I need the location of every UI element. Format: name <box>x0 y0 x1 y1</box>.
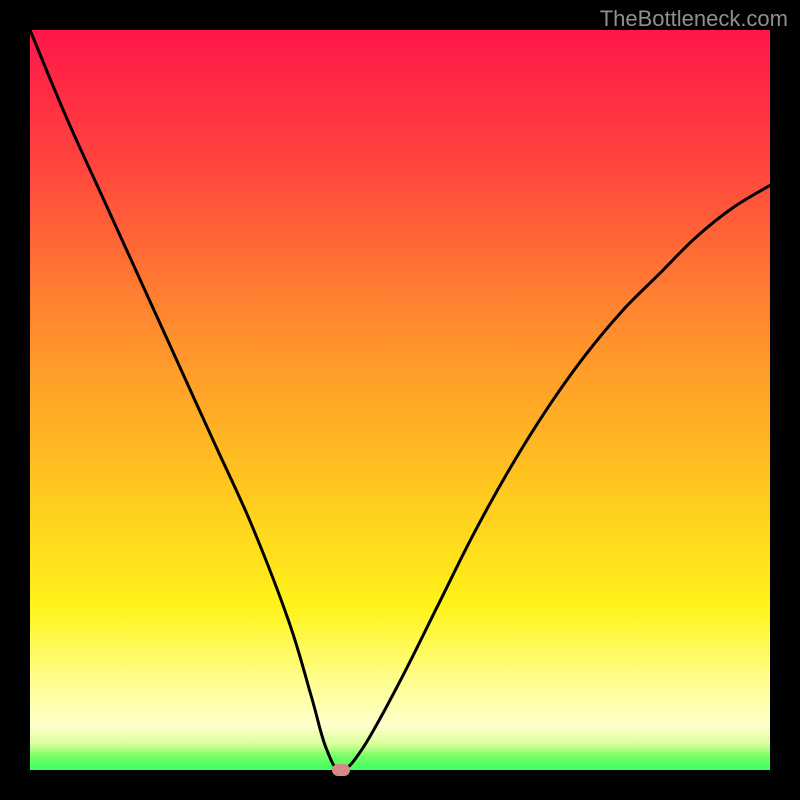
chart-plot-area <box>30 30 770 770</box>
watermark-text: TheBottleneck.com <box>600 6 788 32</box>
curve-path <box>30 30 770 770</box>
optimal-point-marker <box>332 764 350 776</box>
chart-frame: TheBottleneck.com <box>0 0 800 800</box>
bottleneck-curve <box>30 30 770 770</box>
